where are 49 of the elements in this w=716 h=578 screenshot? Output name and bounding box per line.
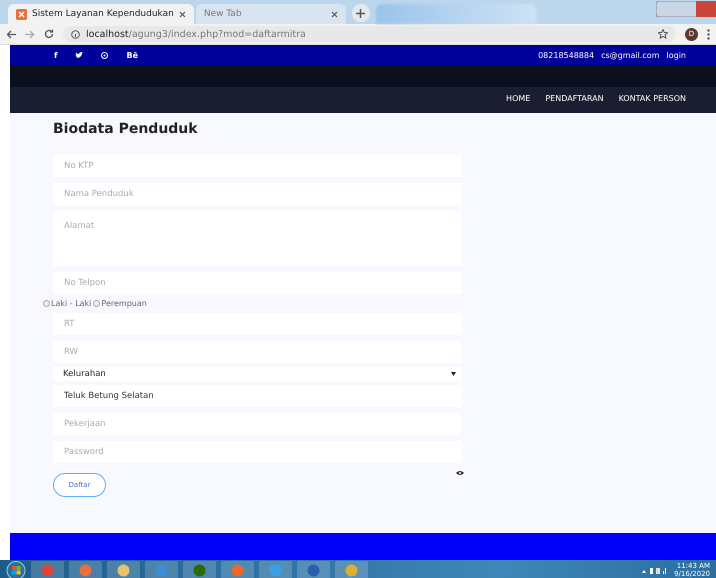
reload-icon[interactable] bbox=[44, 29, 54, 39]
text-input-field[interactable]: RW bbox=[53, 341, 462, 363]
close-icon[interactable] bbox=[330, 10, 338, 18]
dropdown-arrow-icon bbox=[451, 372, 456, 376]
text-input-field[interactable]: Pekerjaan bbox=[53, 413, 462, 435]
info-icon bbox=[71, 30, 80, 38]
nav-link[interactable]: KONTAK PERSON bbox=[618, 94, 686, 103]
address-bar[interactable]: localhost/agung3/index.php?mod=daftarmitra bbox=[63, 26, 676, 42]
start-button[interactable] bbox=[6, 561, 26, 578]
text-input-field[interactable]: No KTP bbox=[53, 155, 462, 177]
forward-icon[interactable] bbox=[25, 30, 35, 38]
email-address: cs@gmail.com bbox=[601, 51, 660, 60]
url-text: localhost/agung3/index.php?mod=daftarmitra bbox=[86, 28, 306, 40]
radio-button[interactable] bbox=[43, 300, 50, 307]
dropdown-select[interactable]: Kelurahan bbox=[53, 367, 462, 381]
nav-link[interactable]: HOME bbox=[506, 94, 530, 103]
radio-label: Perempuan bbox=[101, 299, 147, 308]
taskbar-app-icon[interactable] bbox=[183, 561, 216, 578]
text-input-field[interactable]: No Telpon bbox=[53, 272, 462, 294]
phone-number: 08218548884 bbox=[538, 51, 594, 60]
plus-icon bbox=[356, 8, 366, 18]
password-field[interactable]: Password bbox=[53, 441, 462, 463]
eye-icon[interactable] bbox=[456, 470, 464, 476]
form-title: Biodata Penduduk bbox=[53, 121, 199, 137]
browser-tab[interactable]: New Tab bbox=[196, 4, 346, 24]
textarea-field[interactable]: Alamat bbox=[53, 211, 462, 266]
text-input-field[interactable]: Teluk Betung Selatan bbox=[53, 385, 462, 407]
bird-icon[interactable] bbox=[75, 52, 84, 59]
close-icon[interactable] bbox=[178, 10, 186, 18]
facebook-link[interactable]: f bbox=[54, 51, 58, 60]
login-link[interactable]: login bbox=[666, 51, 686, 60]
taskbar-app-icon[interactable] bbox=[335, 561, 368, 578]
behance-link[interactable]: Bē bbox=[126, 51, 138, 60]
taskbar-app-icon[interactable] bbox=[107, 561, 140, 578]
radio-label: Laki - Laki bbox=[51, 299, 92, 308]
menu-icon[interactable] bbox=[707, 28, 710, 40]
circle-logo-icon[interactable] bbox=[101, 52, 108, 59]
star-icon[interactable] bbox=[658, 29, 668, 39]
browser-tab[interactable]: Sistem Layanan Kependudukan bbox=[8, 4, 194, 24]
window-controls[interactable] bbox=[656, 1, 716, 17]
tray-icons-drawing[interactable] bbox=[642, 566, 666, 574]
app-logo-icon bbox=[16, 8, 27, 20]
radio-button[interactable] bbox=[93, 300, 100, 307]
back-icon[interactable] bbox=[6, 30, 16, 38]
new-tab-button[interactable] bbox=[352, 4, 370, 22]
text-input-field[interactable]: RT bbox=[53, 313, 462, 335]
taskbar-app-icon[interactable] bbox=[297, 561, 330, 578]
text-input-field[interactable]: Nama Penduduk bbox=[53, 183, 462, 205]
nav-link[interactable]: PENDAFTARAN bbox=[545, 94, 604, 103]
